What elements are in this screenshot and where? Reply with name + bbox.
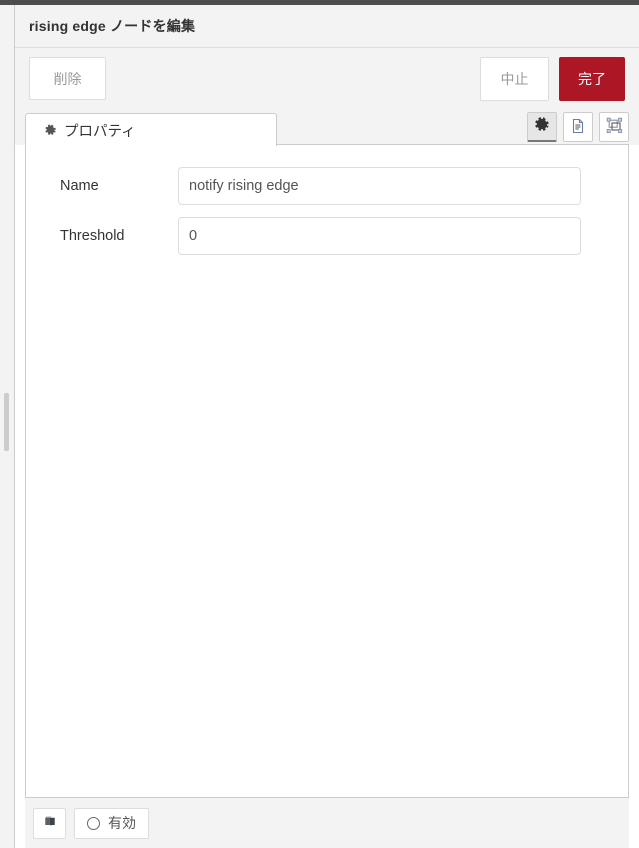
delete-button-label: 削除 [53,70,82,87]
threshold-input[interactable] [178,217,581,255]
circle-icon [87,816,100,830]
name-field-label: Name [60,178,99,194]
delete-button[interactable]: 削除 [29,57,106,100]
done-button-label: 完了 [578,70,606,87]
node-enable-toggle[interactable]: 有効 [74,807,149,839]
tab-tool-buttons [527,112,629,142]
workspace-gutter [0,5,15,848]
document-icon [570,118,586,137]
node-edit-dialog: rising edge ノードを編集 削除 中止 完了 プロパティ Name n… [0,0,639,848]
cancel-button-label: 中止 [500,70,529,87]
properties-tool-button[interactable] [527,112,557,142]
dialog-header: rising edge ノードを編集 [15,5,639,48]
gear-icon [44,124,57,137]
description-tool-button[interactable] [563,112,593,142]
tab-properties-label: プロパティ [64,123,136,140]
appearance-tool-button[interactable] [599,112,629,142]
node-help-button[interactable] [33,807,66,839]
book-icon [43,815,57,832]
gear-icon [534,117,550,136]
edit-panel: rising edge ノードを編集 削除 中止 完了 プロパティ Name n… [15,5,639,848]
form-row-threshold: Threshold [46,217,608,255]
dialog-toolbar: 削除 中止 完了 [15,48,639,109]
appearance-icon [606,117,623,137]
panel-resize-handle[interactable] [4,393,9,451]
page-title: rising edge ノードを編集 [29,18,196,34]
dialog-footer: 有効 [25,797,629,848]
node-enable-label: 有効 [108,815,136,831]
tab-properties[interactable]: プロパティ [25,113,277,146]
form-row-name: Name [46,167,608,205]
cancel-button[interactable]: 中止 [480,56,549,101]
name-input[interactable] [178,167,581,205]
tabs-bar: プロパティ [15,109,639,146]
threshold-field-label: Threshold [60,228,125,244]
properties-form: Name Threshold [25,145,629,797]
done-button[interactable]: 完了 [559,56,625,101]
